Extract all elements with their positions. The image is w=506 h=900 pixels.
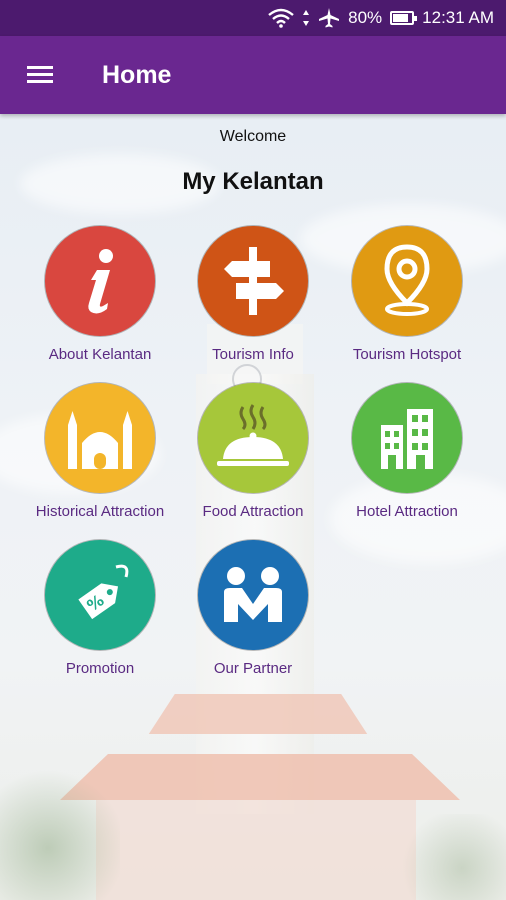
data-arrows-icon [302,9,310,27]
cloche-icon [198,383,308,493]
status-bar: 80% 12:31 AM [0,0,506,36]
tile-label: Food Attraction [202,503,304,520]
battery-icon [390,11,418,25]
buildings-icon [352,383,462,493]
tile-label: Historical Attraction [35,503,165,520]
tile-historical-attraction[interactable]: Historical Attraction [15,383,185,520]
app-bar: Home [0,36,506,114]
tile-label: Promotion [65,660,135,677]
tile-label: Tourism Hotspot [352,346,462,363]
location-pin-icon [352,226,462,336]
app-heading: My Kelantan [182,168,324,195]
info-icon [45,226,155,336]
mosque-icon [45,383,155,493]
battery-percent: 80% [348,8,383,27]
welcome-text: Welcome [219,128,287,145]
tile-food-attraction[interactable]: Food Attraction [168,383,338,520]
tile-tourism-hotspot[interactable]: Tourism Hotspot [322,226,492,363]
page-title: Home [102,60,172,89]
airplane-icon [318,7,340,29]
tile-label: Hotel Attraction [356,503,458,520]
tile-label: Our Partner [213,660,293,677]
tile-tourism-info[interactable]: Tourism Info [168,226,338,363]
tile-label: Tourism Info [212,346,294,363]
partners-icon [198,540,308,650]
tile-label: About Kelantan [48,346,152,363]
tile-promotion[interactable]: % Promotion [15,540,185,677]
signpost-icon [198,226,308,336]
tile-about-kelantan[interactable]: About Kelantan [15,226,185,363]
wifi-icon [268,8,294,28]
tile-hotel-attraction[interactable]: Hotel Attraction [322,383,492,520]
tile-our-partner[interactable]: Our Partner [168,540,338,677]
clock-time: 12:31 AM [422,8,494,27]
hamburger-menu-icon[interactable] [0,36,80,114]
price-tag-icon: % [45,540,155,650]
